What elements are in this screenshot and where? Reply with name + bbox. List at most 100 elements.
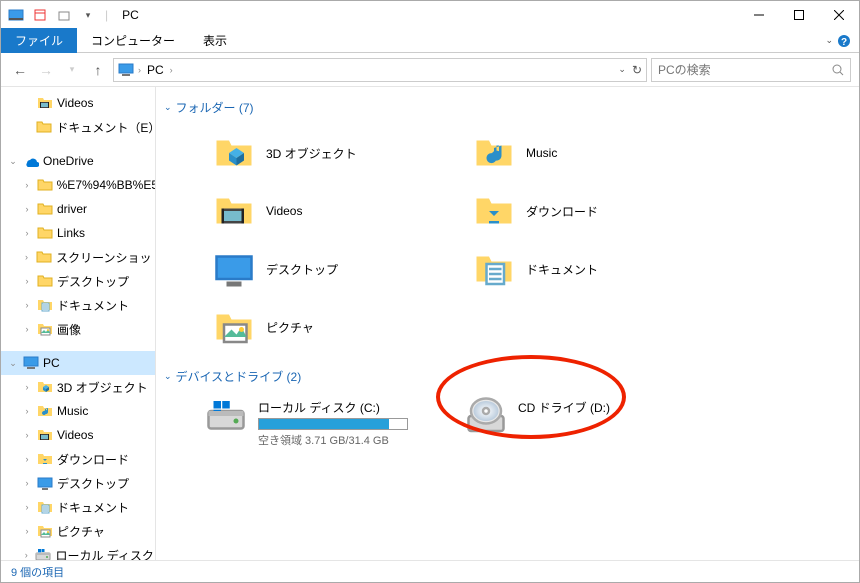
drive-item[interactable]: ローカル ディスク (C:)空き領域 3.71 GB/31.4 GB: [200, 393, 440, 454]
up-button[interactable]: ↑: [87, 59, 109, 81]
expand-icon[interactable]: ›: [21, 300, 33, 310]
tab-computer[interactable]: コンピューター: [77, 28, 189, 53]
folder-label: デスクトップ: [266, 261, 338, 278]
folder-label: ドキュメント: [526, 261, 598, 278]
tree-item[interactable]: ›スクリーンショット: [1, 245, 155, 269]
tree-item-label: %E7%94%BB%E5: [57, 178, 155, 192]
expand-icon[interactable]: ⌄: [7, 358, 19, 369]
tree-item[interactable]: › driver: [1, 197, 155, 221]
window-title: PC: [122, 8, 139, 22]
content-pane: ⌄フォルダー (7) 3D オブジェクト MusicVideosダウンロード☁デスク…: [156, 87, 859, 560]
tree-item[interactable]: ›3D オブジェクト: [1, 375, 155, 399]
folder-item[interactable]: ダウンロード: [470, 182, 730, 240]
minimize-button[interactable]: [739, 1, 779, 29]
folder-item[interactable]: 3D オブジェクト: [210, 124, 470, 182]
refresh-icon[interactable]: ↻: [632, 63, 642, 77]
folder-item[interactable]: Videos: [210, 182, 470, 240]
tree-item[interactable]: › %E7%94%BB%E5: [1, 173, 155, 197]
tab-view[interactable]: 表示: [189, 28, 241, 53]
tree-item-label: driver: [57, 202, 87, 216]
forward-button[interactable]: →: [35, 59, 57, 81]
close-button[interactable]: [819, 1, 859, 29]
tree-item[interactable]: ›ダウンロード: [1, 447, 155, 471]
breadcrumb-arrow[interactable]: ›: [138, 65, 141, 75]
qat-properties-icon[interactable]: [29, 4, 51, 26]
folder-icon: [37, 201, 53, 217]
tree-item[interactable]: ›ピクチャ: [1, 519, 155, 543]
group-header-folders[interactable]: ⌄フォルダー (7): [160, 95, 855, 124]
maximize-button[interactable]: [779, 1, 819, 29]
breadcrumb-arrow[interactable]: ›: [170, 65, 173, 75]
pictures-icon: [214, 307, 254, 347]
tree-item[interactable]: › Music: [1, 399, 155, 423]
3d-icon: [214, 133, 254, 173]
expand-icon[interactable]: ›: [21, 430, 33, 440]
system-menu-icon[interactable]: [5, 4, 27, 26]
videos-icon: [214, 191, 254, 231]
expand-icon[interactable]: ›: [21, 180, 33, 190]
downloads-icon: [37, 451, 53, 467]
tree-item[interactable]: ›ローカル ディスク (C: [1, 543, 155, 560]
tree-item[interactable]: ›デスクトップ: [1, 471, 155, 495]
expand-icon[interactable]: ›: [21, 252, 32, 262]
chevron-down-icon: ⌄: [164, 371, 172, 382]
help-icon[interactable]: ?: [837, 34, 851, 48]
tree-item[interactable]: ⌄ PC: [1, 351, 155, 375]
expand-icon[interactable]: ›: [21, 276, 33, 286]
folder-label: ピクチャ: [266, 319, 314, 336]
expand-icon[interactable]: ›: [21, 526, 33, 536]
address-dropdown-icon[interactable]: ⌄: [618, 64, 626, 75]
ribbon-expand-icon[interactable]: ⌄: [825, 35, 833, 46]
tree-item-label: ドキュメント: [57, 297, 129, 314]
folder-label: 3D オブジェクト: [266, 145, 357, 162]
item-count: 9 個の項目: [11, 564, 64, 580]
tree-item[interactable]: Videos: [1, 91, 155, 115]
expand-icon[interactable]: ›: [21, 228, 33, 238]
expand-icon[interactable]: ›: [21, 550, 31, 560]
expand-icon[interactable]: ›: [21, 454, 33, 464]
breadcrumb-pc[interactable]: PC: [145, 63, 166, 77]
search-icon[interactable]: [832, 64, 844, 76]
search-input[interactable]: [658, 63, 832, 77]
tree-item-label: デスクトップ: [57, 273, 129, 290]
expand-icon[interactable]: ›: [21, 382, 33, 392]
qat-new-folder-icon[interactable]: [53, 4, 75, 26]
back-button[interactable]: ←: [9, 59, 31, 81]
tab-file[interactable]: ファイル: [1, 28, 77, 53]
folder-item[interactable]: ピクチャ: [210, 298, 470, 356]
status-bar: 9 個の項目: [1, 560, 859, 582]
drive-label: CD ドライブ (D:): [518, 399, 610, 416]
tree-item[interactable]: ⌄OneDrive: [1, 149, 155, 173]
qat-dropdown-icon[interactable]: ▾: [77, 4, 99, 26]
documents-icon: [37, 297, 53, 313]
tree-item[interactable]: ›Videos: [1, 423, 155, 447]
folder-item[interactable]: Music: [470, 124, 730, 182]
desktop-icon: [37, 475, 53, 491]
tree-item[interactable]: ドキュメント（E）: [1, 115, 155, 139]
group-title: デバイスとドライブ (2): [176, 368, 302, 385]
tree-item[interactable]: ›ドキュメント: [1, 495, 155, 519]
drive-item[interactable]: CD ドライブ (D:): [460, 393, 700, 454]
folder-item[interactable]: ドキュメント: [470, 240, 730, 298]
group-header-drives[interactable]: ⌄ デバイスとドライブ (2): [160, 364, 855, 393]
cd-icon: [466, 399, 506, 433]
tree-item-label: Music: [57, 404, 88, 418]
expand-icon[interactable]: ›: [21, 204, 33, 214]
folder-item[interactable]: ☁デスクトップ: [210, 240, 470, 298]
recent-dropdown[interactable]: ▾: [61, 59, 83, 81]
tree-item[interactable]: › デスクトップ: [1, 269, 155, 293]
tree-item[interactable]: ›画像: [1, 317, 155, 341]
expand-icon[interactable]: ›: [21, 502, 33, 512]
tree-item[interactable]: ›Links: [1, 221, 155, 245]
tree-item[interactable]: › ドキュメント: [1, 293, 155, 317]
tree-item-label: PC: [43, 356, 60, 370]
search-box[interactable]: [651, 58, 851, 82]
onedrive-icon: [23, 153, 39, 169]
expand-icon[interactable]: ›: [21, 324, 33, 334]
expand-icon[interactable]: ›: [21, 406, 33, 416]
expand-icon[interactable]: ⌄: [7, 156, 19, 167]
documents-icon: [37, 499, 53, 515]
tree-item-label: ドキュメント（E）: [56, 119, 155, 136]
address-bar[interactable]: › PC › ⌄ ↻: [113, 58, 647, 82]
expand-icon[interactable]: ›: [21, 478, 33, 488]
